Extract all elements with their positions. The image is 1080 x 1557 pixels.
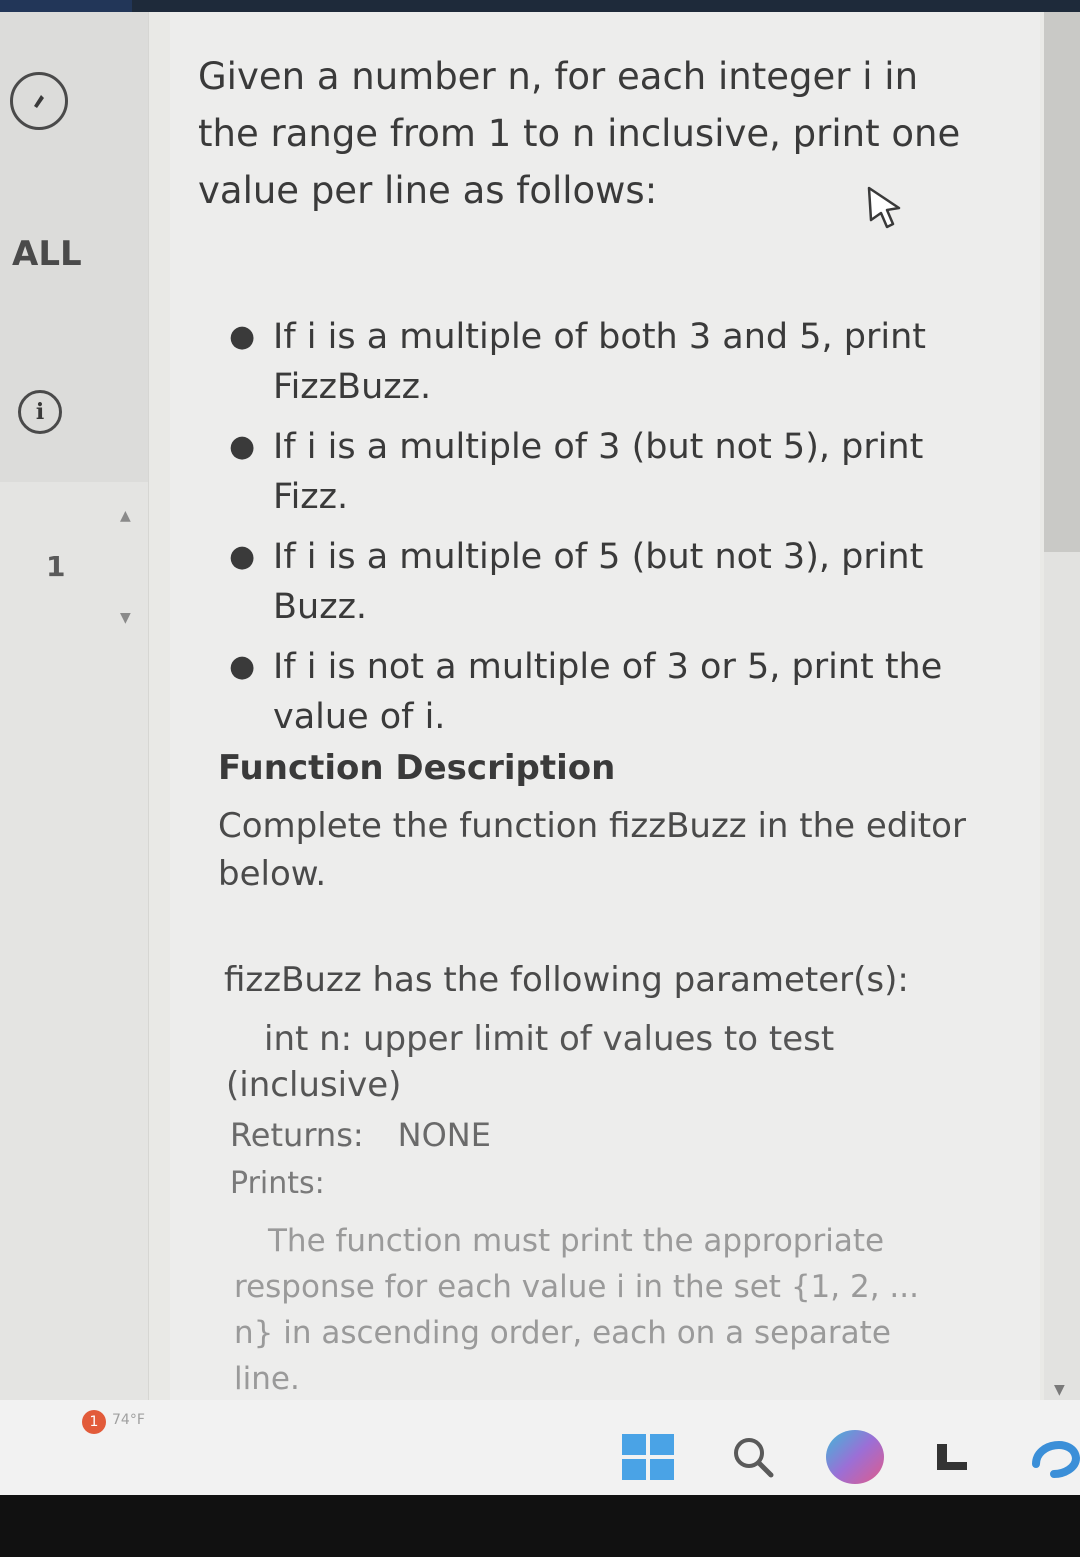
parameters-heading: fizzBuzz has the following parameter(s): xyxy=(224,960,909,1000)
sidebar: ALL i ▲ 1 ▼ xyxy=(0,12,149,1482)
returns-row: Returns: NONE xyxy=(230,1116,491,1154)
rule-text: If i is a multiple of 3 (but not 5), pri… xyxy=(273,427,924,517)
list-item: ● If i is a multiple of 3 (but not 5), pr… xyxy=(225,422,995,522)
bullet-icon: ● xyxy=(229,319,256,354)
notification-badge[interactable]: 1 xyxy=(82,1410,106,1434)
function-description-heading: Function Description xyxy=(218,748,616,788)
fold-up-icon[interactable]: ▲ xyxy=(120,508,131,524)
bullet-icon: ● xyxy=(229,429,256,464)
edge-icon[interactable] xyxy=(1030,1434,1080,1480)
rule-text: If i is not a multiple of 3 or 5, print … xyxy=(273,647,943,737)
cursor-icon xyxy=(867,186,901,229)
returns-label: Returns: xyxy=(230,1116,364,1154)
parameter-n: int n: upper limit of values to test (in… xyxy=(226,1019,835,1105)
scrollbar[interactable]: ▼ xyxy=(1044,12,1080,1482)
list-item: ● If i is not a multiple of 3 or 5, print… xyxy=(225,642,995,742)
top-bar xyxy=(0,0,1080,12)
search-icon[interactable] xyxy=(730,1434,776,1480)
taskview-icon[interactable] xyxy=(935,1438,971,1474)
list-item: ● If i is a multiple of 5 (but not 3), pr… xyxy=(225,532,995,632)
filter-all-label[interactable]: ALL xyxy=(12,234,82,274)
fold-down-icon[interactable]: ▼ xyxy=(120,610,131,626)
bullet-icon: ● xyxy=(229,649,256,684)
weather-widget[interactable]: 74°F xyxy=(112,1412,145,1428)
prints-description: The function must print the appropriate … xyxy=(234,1223,919,1397)
prints-label: Prints: xyxy=(230,1166,325,1201)
bullet-icon: ● xyxy=(229,539,256,574)
copilot-icon[interactable] xyxy=(826,1430,884,1484)
compass-icon[interactable] xyxy=(10,72,68,130)
info-icon[interactable]: i xyxy=(18,390,62,434)
problem-statement-panel: Given a number n, for each integer i in … xyxy=(170,12,1040,1482)
screen-bezel xyxy=(0,1495,1080,1557)
scroll-down-icon[interactable]: ▼ xyxy=(1054,1382,1065,1398)
rules-list: ● If i is a multiple of both 3 and 5, pri… xyxy=(225,312,995,752)
function-description-text: Complete the function fizzBuzz in the ed… xyxy=(218,806,966,894)
rule-text: If i is a multiple of 5 (but not 3), pri… xyxy=(273,537,924,627)
windows-start-icon[interactable] xyxy=(622,1434,674,1480)
rule-text: If i is a multiple of both 3 and 5, prin… xyxy=(273,317,926,407)
list-item: ● If i is a multiple of both 3 and 5, pri… xyxy=(225,312,995,412)
scrollbar-thumb[interactable] xyxy=(1044,12,1080,552)
windows-taskbar: 1 74°F xyxy=(0,1400,1080,1495)
line-number: 1 xyxy=(46,550,66,583)
top-bar-accent xyxy=(0,0,132,12)
returns-value: NONE xyxy=(397,1116,491,1154)
